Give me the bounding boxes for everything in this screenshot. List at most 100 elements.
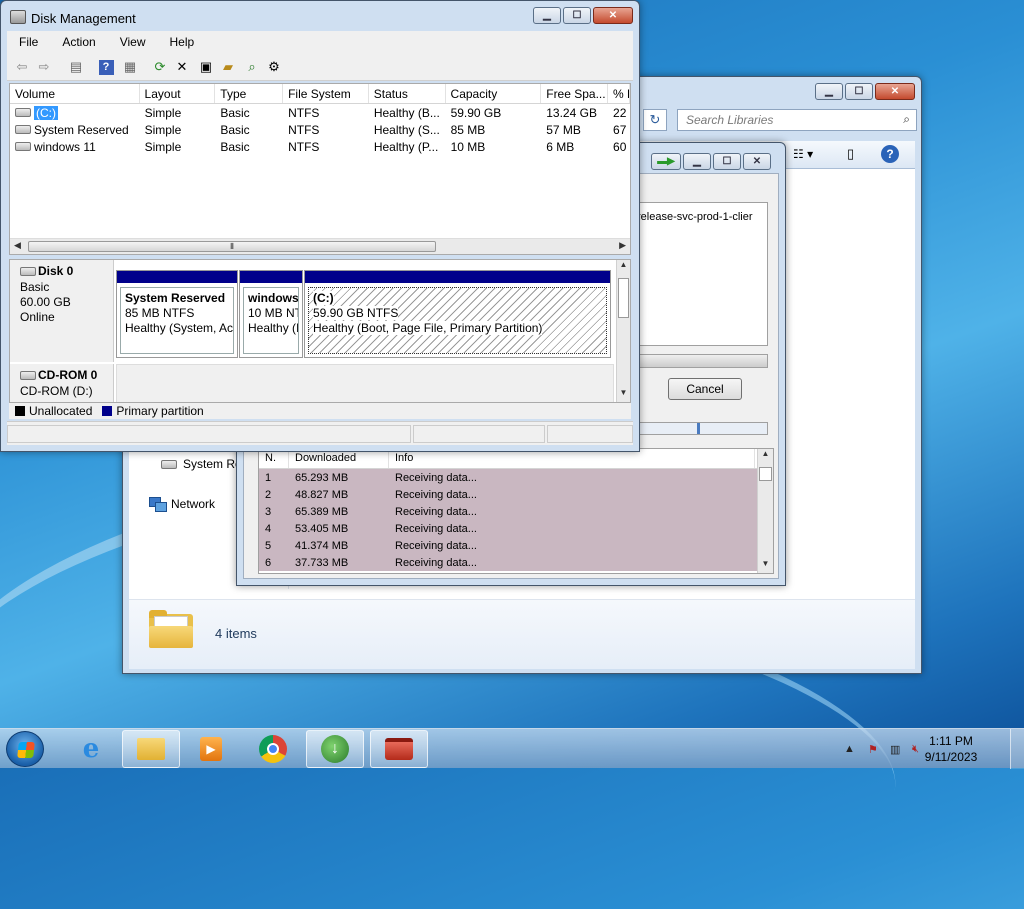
- volume-row[interactable]: System Reserved Simple Basic NTFS Healthy (S…: [10, 121, 630, 138]
- close-button[interactable]: ✕: [875, 83, 915, 100]
- forward-icon[interactable]: ⇨: [35, 58, 53, 76]
- menu-action[interactable]: Action: [50, 35, 107, 49]
- minimize-button[interactable]: ▁: [533, 7, 561, 24]
- delete-icon[interactable]: ✕: [173, 58, 191, 76]
- graph-scrollbar[interactable]: ▲ ▼: [616, 260, 630, 402]
- search-icon[interactable]: ⌕: [903, 112, 910, 127]
- refresh-icon[interactable]: ⟳: [151, 58, 169, 76]
- partition-system-reserved[interactable]: System Reserved 85 MB NTFS Healthy (Syst…: [116, 270, 238, 358]
- action-center-icon[interactable]: ⚑: [868, 743, 882, 756]
- show-hidden-icons[interactable]: ▲: [844, 743, 858, 755]
- table-cell: 48.827 MB: [295, 488, 349, 501]
- close-button[interactable]: ✕: [743, 153, 771, 170]
- close-button[interactable]: ✕: [593, 7, 633, 24]
- maximize-button[interactable]: ☐: [563, 7, 591, 24]
- settings-icon[interactable]: ⚙: [265, 58, 283, 76]
- console-tree-icon[interactable]: ▤: [67, 58, 85, 76]
- column-header[interactable]: Free Spa...: [541, 84, 609, 103]
- nav-item-network[interactable]: Network: [149, 497, 215, 512]
- cancel-button[interactable]: Cancel: [668, 378, 742, 400]
- go-arrow-button[interactable]: ▬▶: [651, 153, 681, 170]
- start-button[interactable]: [6, 731, 44, 767]
- properties-icon[interactable]: ▣: [197, 58, 215, 76]
- refresh-icon[interactable]: ↻: [643, 109, 667, 131]
- menu-view[interactable]: View: [108, 35, 158, 49]
- connections-table[interactable]: N. Downloaded Info 1 65.293 MB Receiving d…: [258, 448, 774, 574]
- volume-name-cell: (C:): [10, 105, 140, 120]
- minimize-button[interactable]: ▁: [815, 83, 843, 100]
- scroll-right-icon[interactable]: ▶: [619, 240, 626, 251]
- url-field[interactable]: release-svc-prod-1-clier: [634, 202, 768, 346]
- legend-primary: Primary partition: [116, 404, 204, 418]
- nav-item-system-reserved[interactable]: System Re: [161, 457, 242, 471]
- show-desktop-button[interactable]: [1010, 729, 1024, 769]
- cdrom-0-label[interactable]: CD-ROM 0 CD-ROM (D:): [10, 364, 114, 402]
- table-cell: 37.733 MB: [295, 556, 349, 569]
- network-status-icon[interactable]: ▥: [890, 743, 904, 756]
- partition-color-bar: [240, 271, 302, 283]
- partition-name: windows: [248, 291, 299, 305]
- taskbar-download-manager[interactable]: ↓: [306, 730, 364, 768]
- table-row[interactable]: 6 37.733 MB Receiving data...: [259, 554, 773, 571]
- column-header[interactable]: Status: [369, 84, 446, 103]
- scroll-up-icon[interactable]: ▲: [758, 449, 773, 463]
- disk-management-window[interactable]: Disk Management ▁ ☐ ✕ File Action View H…: [0, 0, 640, 452]
- open-folder-icon[interactable]: ▰: [219, 58, 237, 76]
- maximize-button[interactable]: ☐: [713, 153, 741, 170]
- properties-list-icon[interactable]: ▦: [121, 58, 139, 76]
- clock-date: 9/11/2023: [924, 750, 978, 764]
- table-row[interactable]: 3 65.389 MB Receiving data...: [259, 503, 773, 520]
- partition-details: windows 10 MB NT Healthy (I: [243, 287, 299, 354]
- volume-list[interactable]: Volume Layout Type File System Status Ca…: [9, 83, 631, 255]
- table-row[interactable]: 4 53.405 MB Receiving data...: [259, 520, 773, 537]
- partition-windows[interactable]: windows 10 MB NT Healthy (I: [239, 270, 303, 358]
- taskbar-media-player[interactable]: ▶: [182, 730, 240, 768]
- table-row[interactable]: 1 65.293 MB Receiving data...: [259, 469, 773, 486]
- back-icon[interactable]: ⇦: [13, 58, 31, 76]
- cdrom-area[interactable]: [116, 364, 614, 402]
- scroll-down-icon[interactable]: ▼: [617, 388, 630, 402]
- volume-cell: Basic: [220, 105, 250, 120]
- disk-0-label[interactable]: Disk 0 Basic 60.00 GB Online: [10, 260, 114, 362]
- volume-row[interactable]: windows 11 Simple Basic NTFS Healthy (P... 10…: [10, 138, 630, 155]
- volume-row[interactable]: (C:) Simple Basic NTFS Healthy (B... 59.90 GB…: [10, 104, 630, 121]
- volume-cell: 6 MB: [546, 139, 575, 154]
- taskbar-chrome[interactable]: [244, 730, 302, 768]
- table-scrollbar[interactable]: ▲ ▼: [757, 449, 773, 573]
- legend-swatch-unallocated: [15, 406, 25, 416]
- volume-cell: Basic: [220, 139, 250, 154]
- scroll-thumb[interactable]: [618, 278, 629, 318]
- column-header[interactable]: File System: [283, 84, 369, 103]
- menu-help[interactable]: Help: [158, 35, 207, 49]
- view-options-icon[interactable]: ☷ ▾: [793, 147, 813, 161]
- scroll-thumb[interactable]: [759, 467, 772, 481]
- menu-file[interactable]: File: [7, 35, 50, 49]
- table-row[interactable]: 2 48.827 MB Receiving data...: [259, 486, 773, 503]
- preview-pane-icon[interactable]: ▯: [847, 146, 854, 162]
- taskbar-internet-explorer[interactable]: e: [62, 730, 120, 768]
- column-header[interactable]: Layout: [140, 84, 216, 103]
- help-icon[interactable]: ?: [98, 59, 114, 75]
- column-header[interactable]: Volume: [10, 84, 140, 103]
- status-section: [413, 425, 545, 443]
- disk-graphical-view[interactable]: Disk 0 Basic 60.00 GB Online System Rese…: [9, 259, 631, 403]
- scroll-left-icon[interactable]: ◀: [14, 240, 21, 251]
- taskbar-explorer[interactable]: [122, 730, 180, 768]
- scroll-thumb[interactable]: ⦀: [28, 241, 436, 252]
- maximize-button[interactable]: ☐: [845, 83, 873, 100]
- folder-icon: [137, 738, 165, 760]
- partition-c-drive[interactable]: (C:) 59.90 GB NTFS Healthy (Boot, Page F…: [304, 270, 611, 358]
- system-clock[interactable]: 1:11 PM 9/11/2023: [916, 733, 986, 765]
- taskbar-computer-management[interactable]: [370, 730, 428, 768]
- volume-list-scrollbar[interactable]: ◀ ⦀ ▶: [10, 238, 630, 254]
- help-icon[interactable]: ?: [881, 145, 899, 163]
- column-header[interactable]: % F: [608, 84, 630, 103]
- scroll-up-icon[interactable]: ▲: [617, 260, 630, 274]
- minimize-button[interactable]: ▁: [683, 153, 711, 170]
- rescan-icon[interactable]: ⌕: [243, 58, 261, 76]
- search-input[interactable]: Search Libraries ⌕: [677, 109, 917, 131]
- table-row[interactable]: 5 41.374 MB Receiving data...: [259, 537, 773, 554]
- scroll-down-icon[interactable]: ▼: [758, 559, 773, 573]
- column-header[interactable]: Capacity: [446, 84, 542, 103]
- column-header[interactable]: Type: [215, 84, 284, 103]
